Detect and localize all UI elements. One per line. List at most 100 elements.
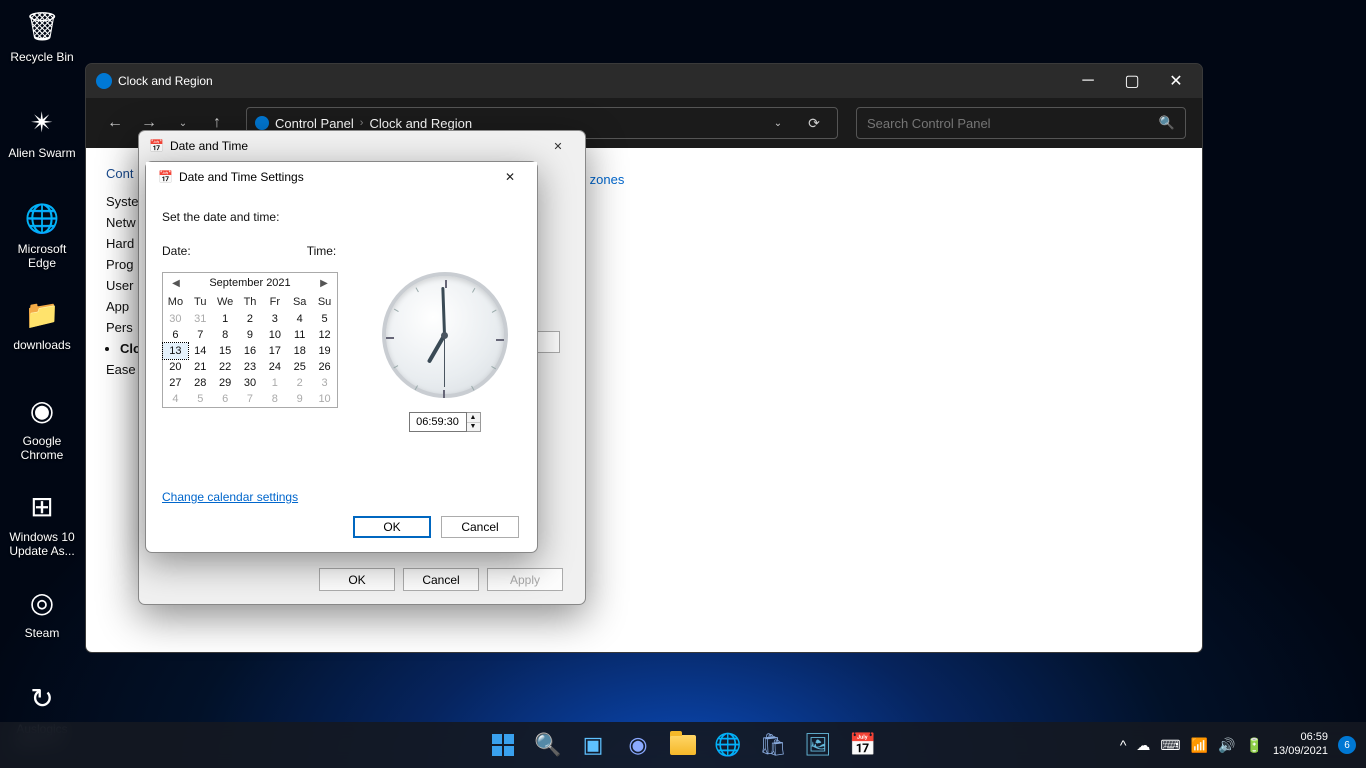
calendar-day[interactable]: 10	[262, 327, 287, 343]
breadcrumb-root[interactable]: Control Panel	[275, 116, 354, 131]
dts-close-button[interactable]: ✕	[489, 164, 531, 190]
calendar-day[interactable]: 31	[188, 311, 213, 327]
search-button[interactable]: 🔍	[528, 725, 568, 765]
store-button[interactable]: 🛍	[753, 725, 793, 765]
calendar-day[interactable]: 9	[287, 391, 312, 407]
calendar-day[interactable]: 15	[213, 343, 238, 359]
calendar-day[interactable]: 20	[163, 359, 188, 375]
month-label[interactable]: September 2021	[209, 277, 290, 289]
desktop-icon[interactable]: 📁 downloads	[3, 293, 81, 352]
calendar-day[interactable]: 8	[213, 327, 238, 343]
maximize-button[interactable]: ▢	[1110, 66, 1154, 96]
titlebar[interactable]: Clock and Region ─ ▢ ✕	[86, 64, 1202, 98]
calendar-day[interactable]: 13	[163, 343, 188, 359]
tray-overflow-icon[interactable]: ^	[1120, 737, 1127, 753]
app-button-1[interactable]: 🖼	[798, 725, 838, 765]
calendar-day[interactable]: 27	[163, 375, 188, 391]
calendar-day[interactable]: 30	[238, 375, 263, 391]
dt-ok-button[interactable]: OK	[319, 568, 395, 591]
calendar-day[interactable]: 16	[238, 343, 263, 359]
app-icon: 🌐	[21, 197, 63, 239]
dt-close-button[interactable]: ✕	[537, 133, 579, 159]
dts-title-text: Date and Time Settings	[179, 170, 304, 184]
calendar-day[interactable]: 3	[262, 311, 287, 327]
app-button-2[interactable]: 📅	[843, 725, 883, 765]
calendar-day[interactable]: 26	[312, 359, 337, 375]
calendar-day[interactable]: 21	[188, 359, 213, 375]
desktop-icon[interactable]: ✴ Alien Swarm	[3, 101, 81, 160]
calendar-day[interactable]: 19	[312, 343, 337, 359]
calendar-day[interactable]: 18	[287, 343, 312, 359]
calendar-day[interactable]: 5	[312, 311, 337, 327]
calendar-icon: 📅	[149, 139, 164, 153]
dt-cancel-button[interactable]: Cancel	[403, 568, 479, 591]
volume-icon[interactable]: 🔊	[1218, 737, 1235, 754]
dts-ok-button[interactable]: OK	[353, 516, 431, 538]
desktop-icon[interactable]: 🗑 Recycle Bin	[3, 5, 81, 64]
close-button[interactable]: ✕	[1154, 66, 1198, 96]
calendar-day[interactable]: 1	[213, 311, 238, 327]
calendar-day[interactable]: 24	[262, 359, 287, 375]
desktop-icon[interactable]: ⊞ Windows 10 Update As...	[3, 485, 81, 559]
icon-label: Recycle Bin	[3, 50, 81, 64]
battery-icon[interactable]: 🔋	[1246, 737, 1263, 754]
widgets-button[interactable]: ◉	[618, 725, 658, 765]
date-label: Date:	[162, 244, 191, 258]
calendar-day[interactable]: 6	[213, 391, 238, 407]
search-icon[interactable]: 🔍	[1159, 115, 1175, 131]
dt-titlebar[interactable]: 📅 Date and Time ✕	[139, 131, 585, 161]
calendar-day[interactable]: 23	[238, 359, 263, 375]
wifi-icon[interactable]: 📶	[1191, 737, 1208, 754]
change-calendar-settings-link[interactable]: Change calendar settings	[162, 490, 298, 504]
time-spin-down[interactable]: ▼	[467, 423, 480, 432]
calendar-day[interactable]: 28	[188, 375, 213, 391]
calendar-day[interactable]: 11	[287, 327, 312, 343]
notification-badge[interactable]: 6	[1338, 736, 1356, 754]
back-button[interactable]: ←	[102, 110, 128, 136]
time-input[interactable]: ▲ ▼	[409, 412, 481, 432]
calendar-day[interactable]: 2	[238, 311, 263, 327]
onedrive-icon[interactable]: ☁	[1136, 737, 1150, 754]
calendar-day[interactable]: 7	[238, 391, 263, 407]
calendar-day[interactable]: 30	[163, 311, 188, 327]
calendar-day[interactable]: 4	[287, 311, 312, 327]
search-input[interactable]: 🔍	[856, 107, 1186, 139]
calendar-day[interactable]: 1	[262, 375, 287, 391]
task-view-button[interactable]: ▣	[573, 725, 613, 765]
calendar-day[interactable]: 2	[287, 375, 312, 391]
breadcrumb-dropdown-icon[interactable]: ⌄	[763, 108, 793, 138]
calendar-day[interactable]: 8	[262, 391, 287, 407]
breadcrumb-current[interactable]: Clock and Region	[369, 116, 472, 131]
calendar-day[interactable]: 25	[287, 359, 312, 375]
calendar-day[interactable]: 5	[188, 391, 213, 407]
calendar-day[interactable]: 9	[238, 327, 263, 343]
calendar-day[interactable]: 14	[188, 343, 213, 359]
calendar-day[interactable]: 3	[312, 375, 337, 391]
dt-apply-button[interactable]: Apply	[487, 568, 563, 591]
calendar-day[interactable]: 4	[163, 391, 188, 407]
search-field[interactable]	[867, 116, 1159, 131]
refresh-icon[interactable]: ⟳	[799, 108, 829, 138]
calendar-day[interactable]: 10	[312, 391, 337, 407]
desktop-icon[interactable]: ◉ Google Chrome	[3, 389, 81, 463]
calendar-day[interactable]: 7	[188, 327, 213, 343]
dts-cancel-button[interactable]: Cancel	[441, 516, 519, 538]
calendar-day[interactable]: 6	[163, 327, 188, 343]
minimize-button[interactable]: ─	[1066, 66, 1110, 96]
next-month-button[interactable]: ▶	[317, 278, 331, 289]
time-spin-up[interactable]: ▲	[467, 413, 480, 423]
edge-button[interactable]: 🌐	[708, 725, 748, 765]
desktop-icon[interactable]: 🌐 Microsoft Edge	[3, 197, 81, 271]
prev-month-button[interactable]: ◀	[169, 278, 183, 289]
keyboard-icon[interactable]: ⌨	[1160, 737, 1180, 754]
taskbar-clock[interactable]: 06:59 13/09/2021	[1273, 731, 1328, 759]
start-button[interactable]	[483, 725, 523, 765]
calendar-day[interactable]: 29	[213, 375, 238, 391]
calendar-day[interactable]: 22	[213, 359, 238, 375]
desktop-icon[interactable]: ◎ Steam	[3, 581, 81, 640]
dts-titlebar[interactable]: 📅 Date and Time Settings ✕	[146, 162, 537, 192]
calendar-day[interactable]: 12	[312, 327, 337, 343]
time-field[interactable]	[409, 412, 467, 432]
calendar-day[interactable]: 17	[262, 343, 287, 359]
explorer-button[interactable]	[663, 725, 703, 765]
